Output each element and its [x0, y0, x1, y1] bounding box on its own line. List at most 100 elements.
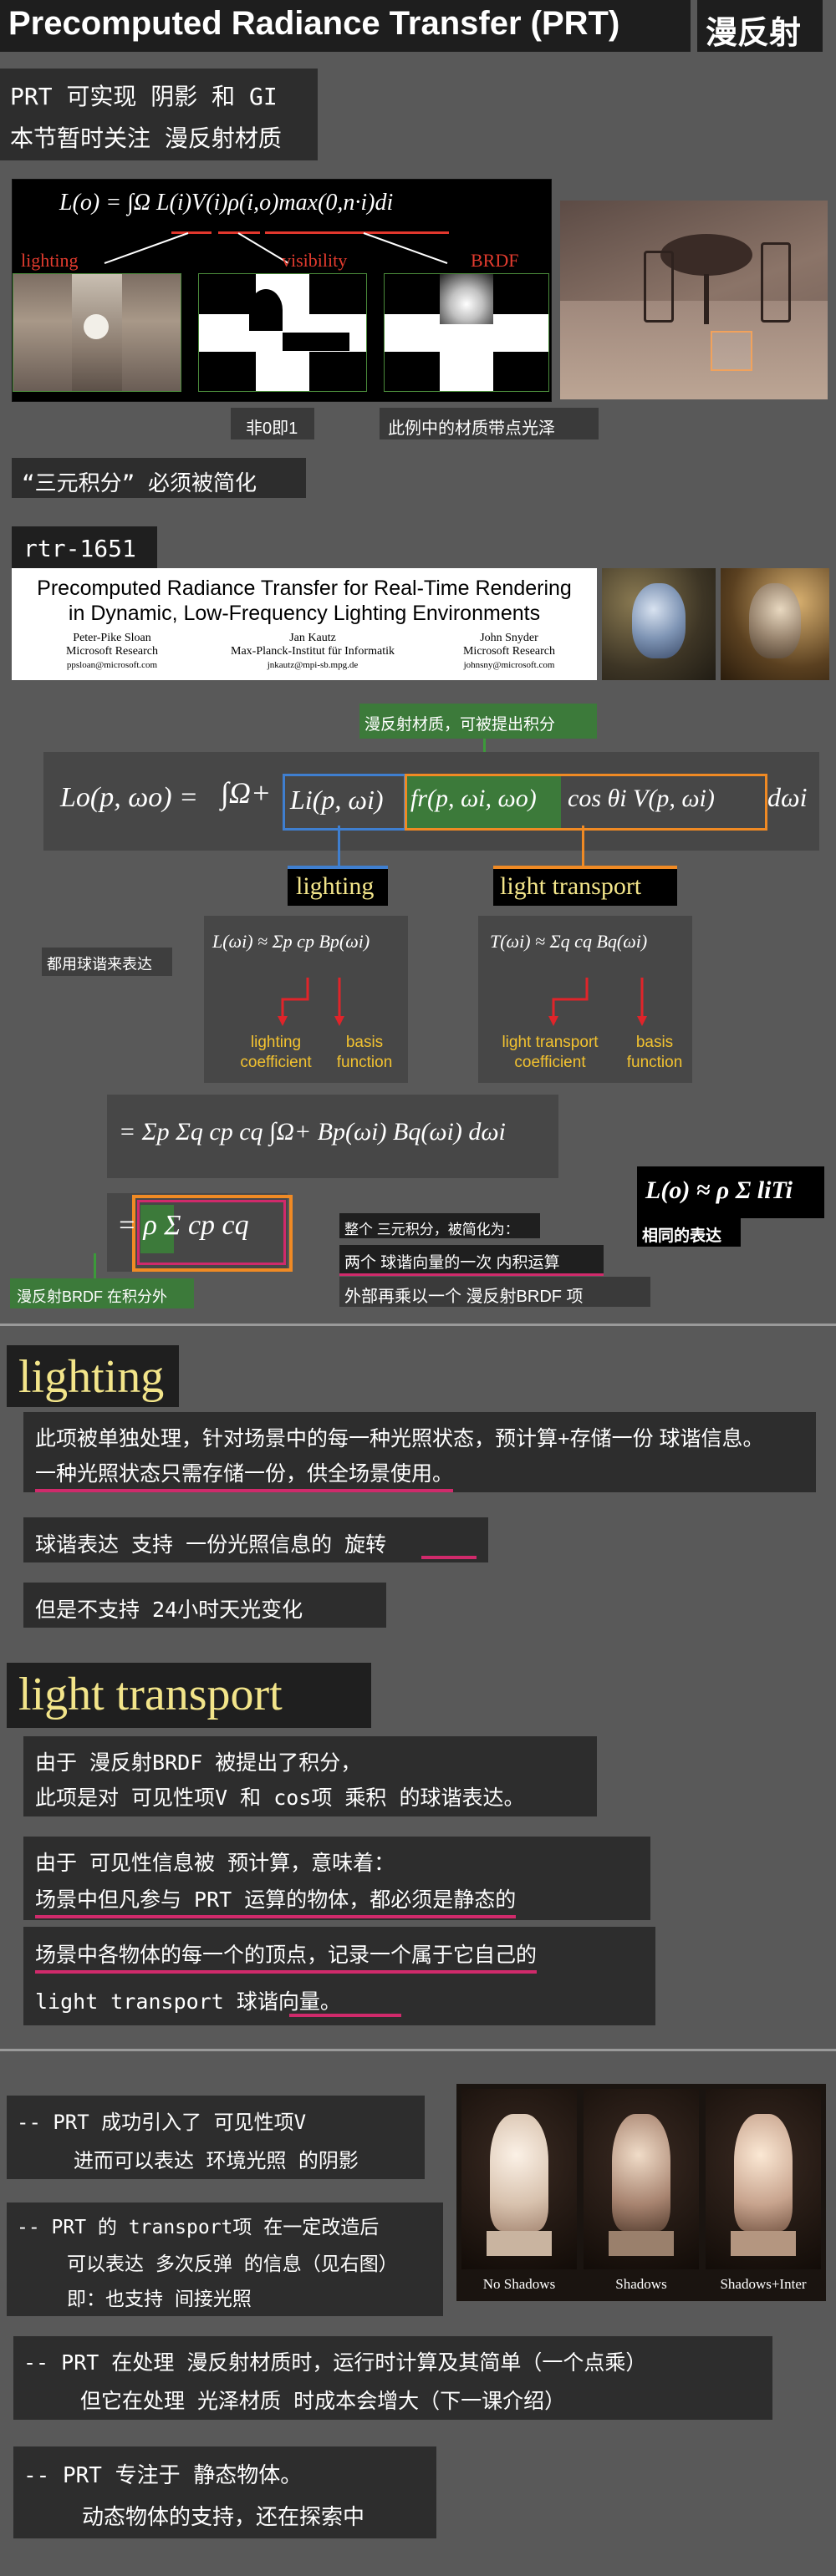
caption-glossy-text: 此例中的材质带点光泽: [388, 419, 555, 438]
summary-item-2-line-1: -- PRT 的 transport项 在一定改造后: [17, 2217, 380, 2238]
title-badge: 漫反射: [697, 0, 823, 52]
visibility-cubemap: [198, 273, 367, 392]
caption-binary: 非0即1: [231, 408, 314, 439]
lighting-sh-box: L(ωi) ≈ Σp cp Bp(ωi) lighting coefficien…: [204, 916, 408, 1083]
scene-table-leg: [704, 274, 709, 324]
transport-coef-label: light transport coefficient: [502, 1034, 599, 1071]
eq-rest: cos θi V(p, ωi): [568, 785, 715, 812]
transport-basis-label: basis function: [626, 1034, 683, 1071]
caption-glossy: 此例中的材质带点光泽: [380, 408, 599, 439]
buddha-label-3: Shadows+Inter: [720, 2276, 807, 2292]
transport-para-2-line-2: 场景中但凡参与 PRT 运算的物体，都必须是静态的: [35, 1883, 517, 1918]
paper-title-line-2: in Dynamic, Low-Frequency Lighting Envir…: [68, 602, 541, 625]
transport-approx: T(ωi) ≈ Σq cq Bq(ωi): [490, 931, 648, 952]
eq-d: dωi: [767, 782, 808, 812]
transport-label: light transport: [493, 866, 677, 906]
paper-tag: rtr-1651: [12, 526, 157, 568]
eq-li-box: Li(p, ωi): [283, 774, 406, 831]
transport-arrows: [548, 978, 647, 1026]
transport-para-1-line-1: 由于 漫反射BRDF 被提出了积分，: [35, 1750, 362, 1775]
author-org: Max-Planck-Institut für Informatik: [231, 645, 395, 658]
transport-para-1-line-2: 此项是对 可见性项V 和 cos项 乘积 的球谐表达。: [35, 1786, 525, 1810]
same-expression-note-text: 相同的表达: [642, 1227, 722, 1245]
diffuse-note: 漫反射材质，可被提出积分: [359, 704, 597, 739]
same-expression-note: 相同的表达: [637, 1218, 741, 1247]
buddha-label-2: Shadows: [615, 2276, 667, 2292]
diffuse-note-text: 漫反射材质，可被提出积分: [364, 716, 556, 734]
lighting-para-1-line-1: 此项被单独处理，针对场景中的每一种光照状态，预计算+存储一份 球谐信息。: [35, 1427, 764, 1451]
title-badge-text: 漫反射: [706, 16, 802, 51]
buddha-comparison-image: No Shadows Shadows Shadows+Inter: [456, 2084, 826, 2301]
brdf-out-note: 漫反射BRDF 在积分外: [10, 1278, 194, 1308]
transport-section-title: light transport: [7, 1663, 371, 1728]
paper-author-3: John Snyder Microsoft Research johnsny@m…: [430, 632, 589, 672]
eq-transport-box: fr(p, ωi, ωo) cos θi V(p, ωi): [405, 774, 767, 831]
lighting-approx: L(ωi) ≈ Σp cp Bp(ωi): [212, 931, 370, 952]
scene-chair-left: [644, 251, 674, 323]
scene-render-image: [560, 201, 828, 399]
rendering-equation-main: Lo(p, ωo) = ∫Ω+ Li(p, ωi) fr(p, ωi, ωo) …: [43, 752, 819, 851]
rotation-underline: [421, 1556, 477, 1559]
eq-fr-box: fr(p, ωi, ωo): [407, 776, 561, 828]
lighting-basis-label: basis function: [336, 1034, 393, 1071]
eq-lhs: Lo(p, ωo) =: [60, 782, 199, 813]
scene-chair-right: [761, 242, 791, 323]
caption-binary-text: 非0即1: [246, 419, 298, 438]
paper-author-1: Peter-Pike Sloan Microsoft Research ppsl…: [28, 632, 196, 672]
summary-item-2-line-3: 即：也支持 间接光照: [67, 2289, 252, 2310]
simplified-note-1: 整个 三元积分，被简化为：: [339, 1213, 540, 1238]
summary-item-1: -- PRT 成功引入了 可见性项V 进而可以表达 环境光照 的阴影: [7, 2096, 425, 2179]
author-name: John Snyder: [480, 632, 538, 644]
intro-line-2: 本节暂时关注 漫反射材质: [10, 124, 282, 152]
brdf-cubemap: [384, 273, 549, 392]
sh-note-text: 都用球谐来表达: [47, 956, 152, 973]
author-email: johnsny@microsoft.com: [463, 660, 555, 670]
scene-table: [660, 234, 752, 276]
simplified-note-3: 外部再乘以一个 漫反射BRDF 项: [339, 1277, 650, 1307]
author-org: Microsoft Research: [65, 645, 159, 658]
rendering-equation-figure: L(o) = ∫Ω L(i)V(i)ρ(i,o)max(0,n·i)di lig…: [12, 179, 552, 402]
summary-item-2-line-2: 可以表达 多次反弹 的信息（见右图）: [67, 2253, 398, 2275]
intro-line-1: PRT 可实现 阴影 和 GI: [10, 83, 278, 110]
label-visibility: visibility: [282, 250, 348, 271]
buddha-panel-3: [706, 2089, 821, 2269]
summary-item-1-line-1: -- PRT 成功引入了 可见性项V: [17, 2111, 307, 2134]
page-title: Precomputed Radiance Transfer (PRT): [8, 5, 620, 42]
same-expression: L(o) ≈ ρ Σ liTi: [637, 1166, 824, 1218]
intro-box: PRT 可实现 阴影 和 GI 本节暂时关注 漫反射材质: [0, 69, 318, 160]
page-title-bar: Precomputed Radiance Transfer (PRT): [0, 0, 691, 52]
transport-sh-box: T(ωi) ≈ Σq cq Bq(ωi) light transport coe…: [478, 916, 692, 1083]
brdf-out-note-text: 漫反射BRDF 在积分外: [17, 1288, 167, 1305]
lighting-section-title-text: lighting: [18, 1351, 165, 1403]
double-sum-eq-text: = Σp Σq cp cq ∫Ω+ Bp(ωi) Bq(ωi) dωi: [119, 1118, 506, 1146]
author-email: ppsloan@microsoft.com: [66, 660, 158, 670]
transport-para-2: 由于 可见性信息被 预计算，意味着： 场景中但凡参与 PRT 运算的物体，都必须…: [23, 1837, 650, 1920]
head-render-1: [602, 568, 716, 680]
simplified-note-1-text: 整个 三元积分，被简化为：: [344, 1222, 519, 1237]
transport-label-text: light transport: [500, 872, 642, 900]
summary-item-1-line-2: 进而可以表达 环境光照 的阴影: [74, 2149, 359, 2172]
lighting-para-1-line-2: 一种光照状态只需存储一份，供全场景使用。: [35, 1457, 454, 1492]
triple-integral-note: “三元积分” 必须被简化: [12, 458, 306, 498]
simplified-eq: = ρ Σ cp cq: [107, 1193, 293, 1272]
lighting-label: lighting: [288, 866, 388, 906]
simplified-note-2: 两个 球谐向量的一次 内积运算: [339, 1245, 604, 1276]
simplified-eq-text: = ρ Σ cp cq: [117, 1210, 249, 1241]
summary-item-3-line-2: 但它在处理 光泽材质 时成本会增大（下一课介绍）: [80, 2389, 566, 2413]
brdf-out-pointer: [94, 1253, 96, 1282]
lighting-cubemap: [13, 273, 181, 392]
author-org: Microsoft Research: [462, 645, 556, 658]
eq-fr: fr(p, ωi, ωo): [410, 785, 537, 812]
label-brdf: BRDF: [471, 250, 519, 271]
simplified-note-2-text: 两个 球谐向量的一次 内积运算: [344, 1254, 560, 1272]
transport-pointer: [582, 826, 584, 866]
transport-para-1: 由于 漫反射BRDF 被提出了积分， 此项是对 可见性项V 和 cos项 乘积 …: [23, 1736, 597, 1816]
scene-highlight-box: [711, 331, 752, 371]
summary-item-4: -- PRT 专注于 静态物体。 动态物体的支持，还在探索中: [13, 2446, 436, 2538]
summary-item-3-line-1: -- PRT 在处理 漫反射材质时，运行时计算及其简单（一个点乘）: [23, 2350, 647, 2375]
transport-para-3: 场景中各物体的每一个的顶点，记录一个属于它自己的 light transport…: [23, 1927, 655, 2025]
author-name: Peter-Pike Sloan: [73, 632, 151, 644]
transport-para-3-line-2: light transport 球谐向量。: [35, 1989, 341, 2014]
lighting-para-1: 此项被单独处理，针对场景中的每一种光照状态，预计算+存储一份 球谐信息。 一种光…: [23, 1412, 816, 1492]
author-name: Jan Kautz: [289, 632, 336, 644]
